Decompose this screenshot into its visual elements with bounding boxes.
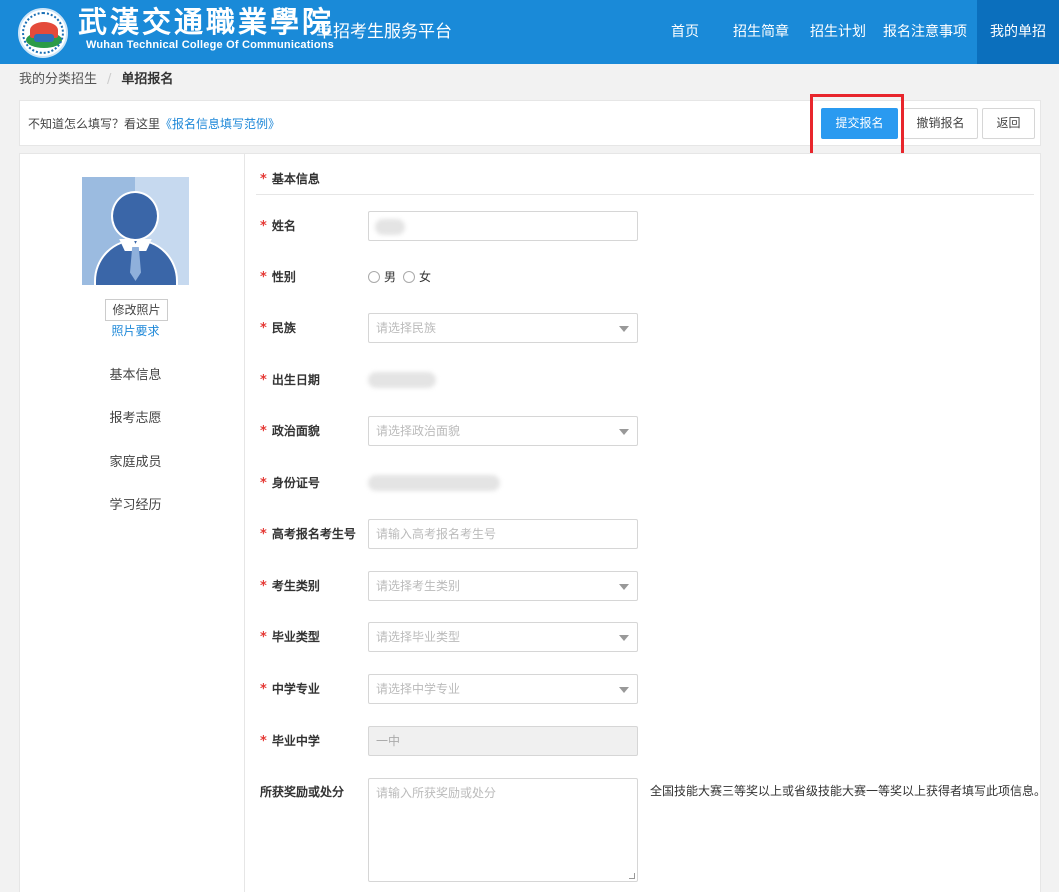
birthdate-label: 出生日期 bbox=[271, 373, 320, 387]
field-gender: * 性别 男 女 bbox=[260, 262, 1040, 292]
ethnicity-select[interactable]: 请选择民族 bbox=[368, 313, 638, 343]
gender-label: 性别 bbox=[271, 270, 296, 284]
id-number-label: 身份证号 bbox=[271, 476, 320, 490]
college-logo-english: Wuhan Technical College Of Communication… bbox=[86, 39, 334, 51]
field-name: * 姓名 bbox=[260, 211, 1040, 241]
field-id-number: * 身份证号 bbox=[260, 468, 1040, 498]
required-mark: * bbox=[260, 321, 267, 336]
nav-admission-plan[interactable]: 招生计划 bbox=[803, 0, 873, 64]
breadcrumb-separator: / bbox=[107, 72, 112, 87]
sidebar-item-application-choices[interactable]: 报考志愿 bbox=[20, 410, 251, 428]
gender-male-radio[interactable] bbox=[368, 271, 380, 283]
awards-placeholder: 请输入所获奖励或处分 bbox=[376, 786, 497, 800]
field-exam-number: * 高考报名考生号 请输入高考报名考生号 bbox=[260, 519, 1040, 549]
platform-title: 单招考生服务平台 bbox=[316, 22, 452, 42]
awards-textarea[interactable]: 请输入所获奖励或处分 bbox=[368, 778, 638, 882]
resize-handle-icon[interactable] bbox=[629, 873, 635, 879]
change-photo-button[interactable]: 修改照片 bbox=[105, 299, 168, 321]
required-mark: * bbox=[260, 476, 267, 491]
political-label: 政治面貌 bbox=[271, 424, 320, 438]
field-ethnicity: * 民族 请选择民族 bbox=[260, 313, 1040, 343]
sidebar-item-education-history[interactable]: 学习经历 bbox=[20, 497, 251, 515]
sidebar-item-family-members[interactable]: 家庭成员 bbox=[20, 454, 251, 472]
gender-male-label[interactable]: 男 bbox=[384, 268, 396, 286]
required-mark: * bbox=[260, 424, 267, 439]
exam-number-placeholder: 请输入高考报名考生号 bbox=[376, 527, 497, 541]
nav-registration-notes[interactable]: 报名注意事项 bbox=[873, 0, 977, 64]
high-school-major-label: 中学专业 bbox=[271, 682, 320, 696]
nav-my-admission[interactable]: 我的单招 bbox=[977, 0, 1059, 64]
field-candidate-type: * 考生类别 请选择考生类别 bbox=[260, 571, 1040, 601]
required-mark: * bbox=[260, 682, 267, 697]
ethnicity-placeholder: 请选择民族 bbox=[376, 321, 437, 335]
required-mark: * bbox=[260, 579, 267, 594]
political-status-select[interactable]: 请选择政治面貌 bbox=[368, 416, 638, 446]
redacted-id-number bbox=[368, 475, 500, 491]
college-emblem-icon bbox=[18, 8, 68, 58]
exam-number-input[interactable]: 请输入高考报名考生号 bbox=[368, 519, 638, 549]
top-header: 武漢交通職業學院 Wuhan Technical College Of Comm… bbox=[0, 0, 1059, 64]
required-mark: * bbox=[260, 172, 267, 187]
redacted-name bbox=[375, 219, 405, 235]
main-nav: 首页 招生简章 招生计划 报名注意事项 我的单招 bbox=[651, 0, 1059, 64]
section-title-text: 基本信息 bbox=[271, 172, 320, 186]
required-mark: * bbox=[260, 270, 267, 285]
political-placeholder: 请选择政治面貌 bbox=[376, 424, 461, 438]
graduation-type-placeholder: 请选择毕业类型 bbox=[376, 630, 461, 644]
required-mark: * bbox=[260, 373, 267, 388]
help-example-link[interactable]: 《报名信息填写范例》 bbox=[160, 117, 280, 131]
avatar bbox=[82, 177, 189, 285]
breadcrumb: 我的分类招生 / 单招报名 bbox=[19, 71, 173, 89]
graduated-school-label: 毕业中学 bbox=[271, 734, 320, 748]
high-school-major-select[interactable]: 请选择中学专业 bbox=[368, 674, 638, 704]
section-divider bbox=[256, 194, 1034, 195]
field-political-status: * 政治面貌 请选择政治面貌 bbox=[260, 416, 1040, 446]
ethnicity-label: 民族 bbox=[271, 321, 296, 335]
chevron-down-icon bbox=[619, 429, 629, 435]
candidate-type-label: 考生类别 bbox=[271, 579, 320, 593]
name-input[interactable] bbox=[368, 211, 638, 241]
breadcrumb-parent[interactable]: 我的分类招生 bbox=[19, 72, 97, 87]
cancel-registration-button[interactable]: 撤销报名 bbox=[903, 108, 978, 139]
name-label: 姓名 bbox=[271, 219, 296, 233]
college-logo-chinese: 武漢交通職業學院 bbox=[78, 5, 335, 39]
nav-home[interactable]: 首页 bbox=[651, 0, 719, 64]
graduated-school-input: 一中 bbox=[368, 726, 638, 756]
graduation-type-label: 毕业类型 bbox=[271, 630, 320, 644]
candidate-type-placeholder: 请选择考生类别 bbox=[376, 579, 461, 593]
required-mark: * bbox=[260, 527, 267, 542]
photo-requirements-link[interactable]: 照片要求 bbox=[20, 322, 251, 340]
gender-female-radio[interactable] bbox=[403, 271, 415, 283]
graduation-type-select[interactable]: 请选择毕业类型 bbox=[368, 622, 638, 652]
help-prompt: 不知道怎么填写？看这里 bbox=[28, 117, 161, 131]
back-button[interactable]: 返回 bbox=[982, 108, 1035, 139]
required-mark: * bbox=[260, 734, 267, 749]
chevron-down-icon bbox=[619, 687, 629, 693]
redacted-birthdate bbox=[368, 372, 436, 388]
required-mark: * bbox=[260, 219, 267, 234]
chevron-down-icon bbox=[619, 326, 629, 332]
field-awards: 所获奖励或处分 请输入所获奖励或处分 全国技能大赛三等奖以上或省级技能大赛一等奖… bbox=[260, 778, 1046, 882]
field-graduation-type: * 毕业类型 请选择毕业类型 bbox=[260, 622, 1040, 652]
nav-admission-brochure[interactable]: 招生简章 bbox=[719, 0, 803, 64]
required-mark: * bbox=[260, 630, 267, 645]
field-graduated-school: * 毕业中学 一中 bbox=[260, 726, 1040, 756]
sidebar-item-basic-info[interactable]: 基本信息 bbox=[20, 367, 251, 385]
help-text: 不知道怎么填写？看这里《报名信息填写范例》 bbox=[28, 115, 280, 133]
registration-card: 修改照片 照片要求 基本信息 报考志愿 家庭成员 学习经历 * 基本信息 * 姓名 … bbox=[19, 153, 1046, 892]
high-school-major-placeholder: 请选择中学专业 bbox=[376, 682, 461, 696]
gender-female-label[interactable]: 女 bbox=[419, 268, 431, 286]
chevron-down-icon bbox=[619, 584, 629, 590]
field-birthdate: * 出生日期 bbox=[260, 365, 1040, 395]
chevron-down-icon bbox=[619, 635, 629, 641]
breadcrumb-current: 单招报名 bbox=[121, 72, 174, 87]
field-high-school-major: * 中学专业 请选择中学专业 bbox=[260, 674, 1040, 704]
section-title: * 基本信息 bbox=[260, 170, 320, 189]
candidate-type-select[interactable]: 请选择考生类别 bbox=[368, 571, 638, 601]
exam-number-label: 高考报名考生号 bbox=[271, 527, 356, 541]
awards-label: 所获奖励或处分 bbox=[260, 785, 345, 799]
awards-hint: 全国技能大赛三等奖以上或省级技能大赛一等奖以上获得者填写此项信息。 bbox=[650, 784, 1046, 798]
profile-sidebar: 修改照片 照片要求 基本信息 报考志愿 家庭成员 学习经历 bbox=[20, 154, 245, 892]
